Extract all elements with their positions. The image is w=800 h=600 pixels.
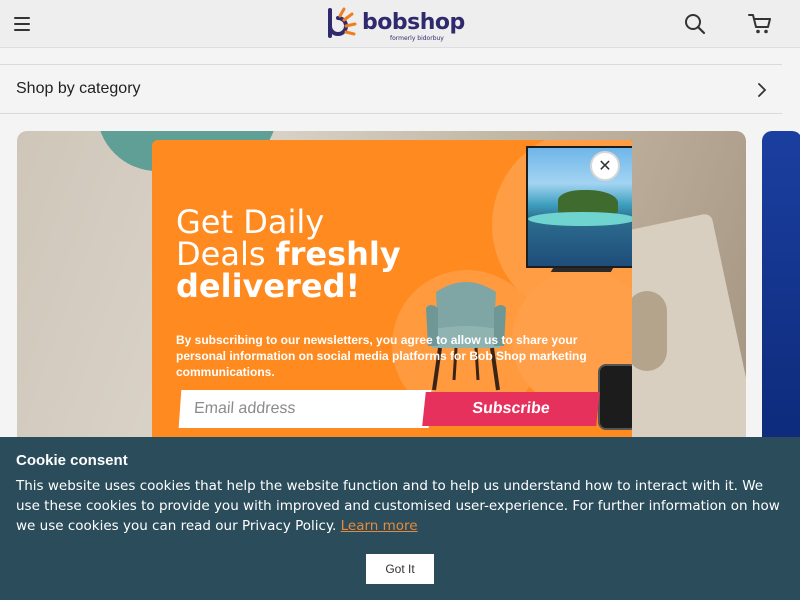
logo-wordmark: bobshop	[362, 10, 465, 35]
search-icon[interactable]	[684, 13, 706, 35]
promo-banner-next[interactable]	[762, 131, 800, 451]
logo-subtext: formerly bidorbuy	[390, 35, 444, 42]
cookie-consent-bar: Cookie consent This website uses cookies…	[0, 437, 800, 600]
popup-heading: Get Daily Deals freshly delivered!	[176, 206, 401, 302]
email-input[interactable]	[178, 390, 432, 428]
popup-disclaimer: By subscribing to our newsletters, you a…	[176, 333, 587, 379]
cookie-title: Cookie consent	[16, 452, 128, 469]
learn-more-link[interactable]: Learn more	[341, 518, 418, 534]
bobshop-logo[interactable]: bobshop formerly bidorbuy	[326, 4, 466, 44]
popup-heading-line3: delivered!	[176, 267, 361, 305]
shop-by-category-label: Shop by category	[16, 80, 141, 97]
bobshop-logo-icon	[328, 7, 357, 38]
newsletter-popup: Get Daily Deals freshly delivered! By su…	[152, 140, 632, 440]
hamburger-menu-icon[interactable]	[14, 17, 30, 31]
close-icon[interactable]: ✕	[590, 151, 620, 181]
subscribe-button[interactable]: Subscribe	[422, 392, 600, 426]
shop-by-category-row[interactable]: Shop by category	[0, 64, 782, 114]
site-header: bobshop formerly bidorbuy	[0, 0, 800, 48]
newsletter-form: Subscribe	[178, 390, 600, 428]
tv-stand	[550, 268, 614, 272]
cart-icon[interactable]	[748, 13, 772, 35]
got-it-button[interactable]: Got It	[366, 554, 434, 584]
chevron-right-icon	[758, 83, 767, 97]
cookie-text: This website uses cookies that help the …	[16, 476, 786, 536]
banner-decoration	[627, 291, 667, 371]
popup-heading-line1: Get Daily	[176, 203, 325, 241]
